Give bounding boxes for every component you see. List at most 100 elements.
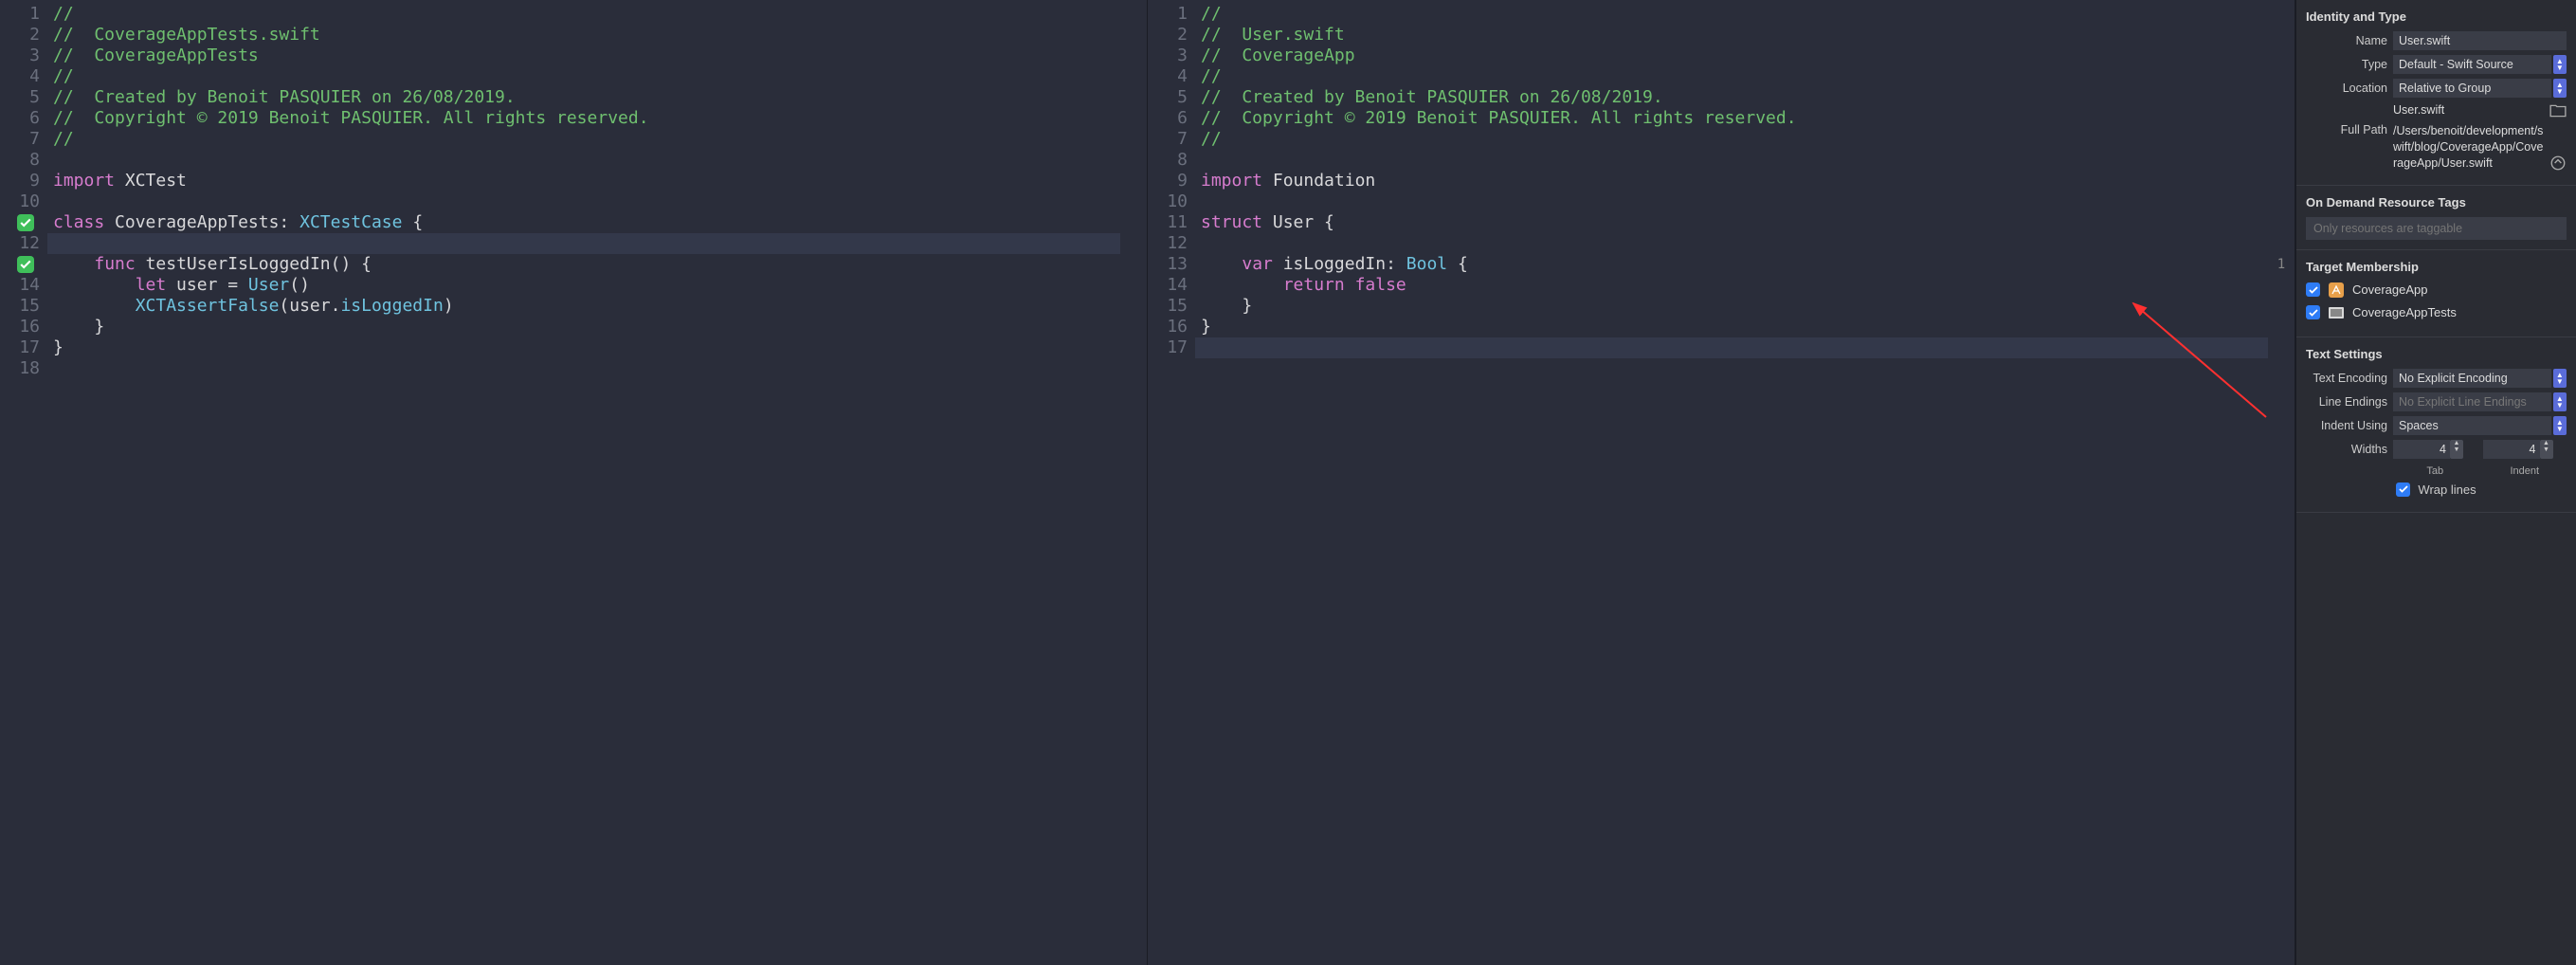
line-number: 12 xyxy=(0,233,47,254)
coverage-count xyxy=(2268,46,2295,66)
code-line[interactable]: // CoverageApp xyxy=(1195,46,2268,66)
app-icon xyxy=(2328,282,2345,299)
line-number: 6 xyxy=(1148,108,1195,129)
line-number: 13 xyxy=(0,254,47,275)
line-number: 7 xyxy=(0,129,47,150)
endings-label: Line Endings xyxy=(2306,395,2387,409)
chevron-updown-icon[interactable]: ▲▼ xyxy=(2553,416,2567,435)
type-select[interactable]: Default - Swift Source xyxy=(2393,55,2551,74)
chevron-updown-icon[interactable]: ▲▼ xyxy=(2553,369,2567,388)
code-line[interactable]: // Copyright © 2019 Benoit PASQUIER. All… xyxy=(47,108,1120,129)
location-label: Location xyxy=(2306,82,2387,95)
code-line[interactable]: } xyxy=(1195,296,2268,317)
code-line[interactable]: import Foundation xyxy=(1195,171,2268,191)
code-line[interactable] xyxy=(1195,337,2268,358)
code-line[interactable]: // xyxy=(47,66,1120,87)
chevron-updown-icon[interactable]: ▲▼ xyxy=(2553,79,2567,98)
text-title: Text Settings xyxy=(2306,343,2567,369)
code-line[interactable]: return false xyxy=(1195,275,2268,296)
code-line[interactable]: import XCTest xyxy=(47,171,1120,191)
tab-width-field[interactable] xyxy=(2393,440,2450,459)
code-line[interactable]: // Created by Benoit PASQUIER on 26/08/2… xyxy=(47,87,1120,108)
target-row: CoverageApp xyxy=(2306,282,2567,299)
inspector-panel: Identity and Type Name Type Default - Sw… xyxy=(2295,0,2576,965)
ondemand-title: On Demand Resource Tags xyxy=(2306,191,2567,217)
coverage-count xyxy=(2268,66,2295,87)
targets-section: Target Membership CoverageAppCoverageApp… xyxy=(2296,250,2576,337)
reveal-icon[interactable] xyxy=(2549,155,2567,172)
encoding-select[interactable]: No Explicit Encoding xyxy=(2393,369,2551,388)
target-checkbox[interactable] xyxy=(2306,305,2320,319)
code-line[interactable]: var isLoggedIn: Bool { xyxy=(1195,254,2268,275)
code-line[interactable] xyxy=(47,150,1120,171)
line-number: 5 xyxy=(0,87,47,108)
chevron-updown-icon[interactable]: ▲▼ xyxy=(2553,55,2567,74)
code-line[interactable]: // CoverageAppTests.swift xyxy=(47,25,1120,46)
wrap-checkbox[interactable] xyxy=(2396,482,2410,497)
code-line[interactable]: } xyxy=(1195,317,2268,337)
indent-using-label: Indent Using xyxy=(2306,419,2387,432)
tags-field xyxy=(2306,217,2567,240)
code-line[interactable]: func testUserIsLoggedIn() { xyxy=(47,254,1120,275)
code-line[interactable]: } xyxy=(47,317,1120,337)
location-select[interactable]: Relative to Group xyxy=(2393,79,2551,98)
stepper-icon[interactable]: ▲▼ xyxy=(2540,440,2553,459)
code-line[interactable]: // Created by Benoit PASQUIER on 26/08/2… xyxy=(1195,87,2268,108)
endings-select[interactable]: No Explicit Line Endings xyxy=(2393,392,2551,411)
code-line[interactable]: class CoverageAppTests: XCTestCase { xyxy=(47,212,1120,233)
line-number: 3 xyxy=(1148,46,1195,66)
code-line[interactable]: // xyxy=(1195,4,2268,25)
code-line[interactable]: // Copyright © 2019 Benoit PASQUIER. All… xyxy=(1195,108,2268,129)
line-number: 11 xyxy=(1148,212,1195,233)
fullpath-value: /Users/benoit/development/swift/blog/Cov… xyxy=(2393,123,2544,172)
coverage-count xyxy=(2268,129,2295,150)
coverage-count xyxy=(2268,87,2295,108)
folder-icon[interactable] xyxy=(2549,102,2567,119)
line-number: 15 xyxy=(0,296,47,317)
code-line[interactable]: // xyxy=(1195,66,2268,87)
chevron-updown-icon[interactable]: ▲▼ xyxy=(2553,392,2567,411)
code-line[interactable] xyxy=(47,233,1120,254)
type-label: Type xyxy=(2306,58,2387,71)
coverage-count xyxy=(2268,171,2295,191)
coverage-count xyxy=(2268,25,2295,46)
line-number: 8 xyxy=(1148,150,1195,171)
code-line[interactable] xyxy=(1195,191,2268,212)
code-line[interactable]: // User.swift xyxy=(1195,25,2268,46)
code-line[interactable] xyxy=(1195,233,2268,254)
tests-icon xyxy=(2328,304,2345,321)
line-number: 16 xyxy=(0,317,47,337)
coverage-count xyxy=(2268,191,2295,212)
coverage-count xyxy=(2268,337,2295,358)
code-right[interactable]: //// User.swift// CoverageApp//// Create… xyxy=(1195,0,2268,965)
line-number: 8 xyxy=(0,150,47,171)
line-number: 6 xyxy=(0,108,47,129)
code-left[interactable]: //// CoverageAppTests.swift// CoverageAp… xyxy=(47,0,1120,965)
code-line[interactable]: XCTAssertFalse(user.isLoggedIn) xyxy=(47,296,1120,317)
indent-select[interactable]: Spaces xyxy=(2393,416,2551,435)
target-checkbox[interactable] xyxy=(2306,282,2320,297)
code-line[interactable] xyxy=(1195,150,2268,171)
code-line[interactable]: struct User { xyxy=(1195,212,2268,233)
line-number: 15 xyxy=(1148,296,1195,317)
stepper-icon[interactable]: ▲▼ xyxy=(2450,440,2463,459)
code-line[interactable]: // xyxy=(1195,129,2268,150)
indent-width-field[interactable] xyxy=(2483,440,2540,459)
name-field[interactable] xyxy=(2393,31,2567,50)
code-line[interactable]: // CoverageAppTests xyxy=(47,46,1120,66)
indent-sublabel: Indent xyxy=(2483,465,2567,477)
coverage-count xyxy=(2268,275,2295,296)
code-line[interactable]: // xyxy=(47,129,1120,150)
code-line[interactable]: } xyxy=(47,337,1120,358)
code-line[interactable]: let user = User() xyxy=(47,275,1120,296)
code-line[interactable]: // xyxy=(47,4,1120,25)
line-number: 2 xyxy=(1148,25,1195,46)
line-number: 4 xyxy=(0,66,47,87)
identity-title: Identity and Type xyxy=(2306,6,2567,31)
coverage-strip: 1 xyxy=(2268,0,2295,965)
code-line[interactable] xyxy=(47,191,1120,212)
code-line[interactable] xyxy=(47,358,1120,379)
test-success-icon[interactable] xyxy=(17,256,34,273)
text-section: Text Settings Text Encoding No Explicit … xyxy=(2296,337,2576,513)
test-success-icon[interactable] xyxy=(17,214,34,231)
